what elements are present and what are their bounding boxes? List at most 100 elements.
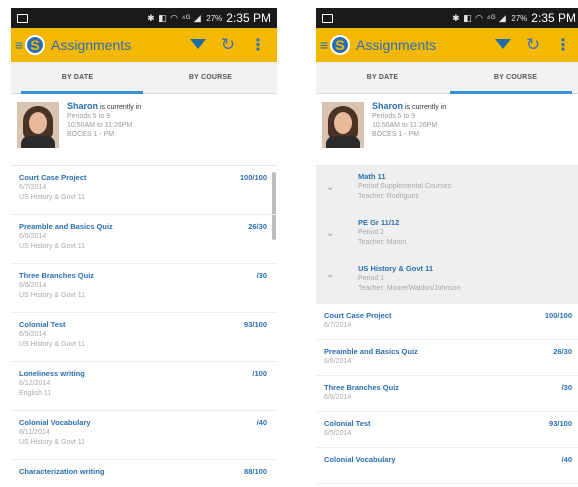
student-time: 10:50AM to 11:26PM — [372, 122, 438, 129]
tab-by-date[interactable]: BY DATE — [11, 62, 144, 93]
filter-icon — [190, 39, 206, 49]
app-logo: S — [330, 35, 350, 55]
chevron-down-icon: ⌄ — [326, 182, 335, 193]
assignment-score: 93/100 — [549, 419, 572, 428]
student-name: Sharon — [372, 101, 404, 111]
list-item[interactable]: Preamble and Basics Quiz 26/30 6/6/2014 … — [11, 215, 277, 264]
student-time: 10:50AM to 11:26PM — [67, 122, 133, 129]
student-status: is currently in — [404, 104, 447, 111]
menu-icon[interactable]: ≡ — [320, 38, 328, 52]
avatar — [17, 102, 59, 148]
course-list: ⌄ Math 11 Period Supplemental Courses Te… — [316, 166, 578, 304]
list-item[interactable]: Three Branches Quiz /30 6/6/2014 — [316, 376, 578, 412]
status-time: 2:35 PM — [531, 11, 576, 25]
list-item[interactable]: Colonial Vocabulary /40 6/11/2014 US His… — [11, 411, 277, 460]
student-info: Sharon is currently in Periods 5 to 9 10… — [67, 102, 141, 157]
gallery-icon — [17, 13, 28, 23]
assignment-score: /30 — [561, 383, 572, 392]
status-icons: ✱ ◧ ◠ ⁴ᴳ ◢ — [147, 12, 202, 23]
app-title: Assignments — [51, 37, 132, 53]
tab-bar: BY DATE BY COURSE — [11, 62, 277, 94]
status-time: 2:35 PM — [226, 11, 271, 25]
assignment-date: 6/7/2014 — [324, 322, 352, 329]
assignment-score: 26/30 — [553, 347, 572, 356]
status-icons: ✱ ◧ ◠ ⁴ᴳ ◢ — [452, 12, 507, 23]
assignment-course: English 11 — [19, 390, 52, 397]
list-item[interactable]: Loneliness writing /100 6/12/2014 Englis… — [11, 362, 277, 411]
list-item[interactable]: Colonial Vocabulary /40 — [316, 448, 578, 484]
tab-indicator — [450, 91, 572, 94]
battery-level: 27% — [206, 13, 223, 23]
assignment-course: US History & Govt 11 — [19, 341, 86, 348]
assignment-score: 93/100 — [244, 320, 267, 329]
assignment-title: Characterization writing — [19, 467, 105, 476]
list-item[interactable]: Preamble and Basics Quiz 26/30 6/6/2014 — [316, 340, 578, 376]
assignment-title: Court Case Project — [324, 311, 392, 320]
assignment-title: Preamble and Basics Quiz — [19, 222, 113, 231]
app-bar: ≡ S Assignments ↻ ⋮ — [316, 28, 578, 62]
course-title: PE Gr 11/12 — [358, 218, 400, 227]
assignment-title: Three Branches Quiz — [324, 383, 400, 392]
menu-icon[interactable]: ≡ — [15, 38, 23, 52]
assignment-course: US History & Govt 11 — [19, 439, 86, 446]
course-header-pe[interactable]: ⌄ PE Gr 11/12 Period 2 Teacher: Martin — [316, 212, 578, 258]
list-item[interactable]: Characterization writing 88/100 — [11, 460, 277, 484]
assignment-list[interactable]: Court Case Project 100/100 6/7/2014 Prea… — [316, 304, 578, 484]
tab-by-date[interactable]: BY DATE — [316, 62, 449, 93]
assignment-score: /40 — [256, 418, 267, 427]
assignment-date: 6/6/2014 — [324, 358, 352, 365]
assignment-title: Three Branches Quiz — [19, 271, 95, 280]
assignment-score: /40 — [561, 455, 572, 464]
course-header-math[interactable]: ⌄ Math 11 Period Supplemental Courses Te… — [316, 166, 578, 212]
app-title: Assignments — [356, 37, 437, 53]
list-item[interactable]: Three Branches Quiz /30 6/6/2014 US Hist… — [11, 264, 277, 313]
chevron-down-icon: ⌄ — [326, 228, 335, 239]
student-location: BOCES 1 - PM — [67, 131, 115, 138]
assignment-score: 26/30 — [248, 222, 267, 231]
assignment-score: 88/100 — [244, 467, 267, 476]
assignment-title: Court Case Project — [19, 173, 87, 182]
more-vert-icon: ⋮ — [250, 37, 266, 54]
assignment-score: /100 — [252, 369, 267, 378]
assignment-date: 6/11/2014 — [19, 429, 50, 436]
filter-button[interactable] — [183, 36, 213, 54]
assignment-course: US History & Govt 11 — [19, 194, 86, 201]
status-bar: ✱ ◧ ◠ ⁴ᴳ ◢ 27% 2:35 PM — [11, 8, 277, 28]
tab-by-course[interactable]: BY COURSE — [144, 62, 277, 93]
course-title: Math 11 — [358, 172, 386, 181]
assignment-date: 6/6/2014 — [19, 233, 47, 240]
course-period: Period 2 — [358, 229, 385, 236]
list-item[interactable]: Court Case Project 100/100 6/7/2014 US H… — [11, 166, 277, 215]
refresh-button[interactable]: ↻ — [213, 35, 243, 55]
assignment-title: Loneliness writing — [19, 369, 85, 378]
assignment-date: 6/6/2014 — [19, 282, 47, 289]
student-profile: Sharon is currently in Periods 5 to 9 10… — [11, 94, 277, 166]
assignment-title: Colonial Test — [324, 419, 371, 428]
assignment-list[interactable]: Court Case Project 100/100 6/7/2014 US H… — [11, 166, 277, 484]
list-item[interactable]: Colonial Test 93/100 6/5/2014 US History… — [11, 313, 277, 362]
overflow-menu-button[interactable]: ⋮ — [548, 35, 578, 55]
assignment-title: Colonial Vocabulary — [324, 455, 396, 464]
tab-bar: BY DATE BY COURSE — [316, 62, 578, 94]
assignment-score: 100/100 — [544, 311, 572, 320]
assignment-title: Preamble and Basics Quiz — [324, 347, 418, 356]
refresh-icon: ↻ — [525, 35, 541, 54]
gallery-icon — [322, 13, 333, 23]
assignment-score: /30 — [256, 271, 267, 280]
course-period: Period Supplemental Courses — [358, 183, 451, 190]
filter-button[interactable] — [488, 36, 518, 54]
list-item[interactable]: Colonial Test 93/100 6/5/2014 — [316, 412, 578, 448]
course-header-us-history[interactable]: ⌃ US History & Govt 11 Period 1 Teacher:… — [316, 258, 578, 304]
overflow-menu-button[interactable]: ⋮ — [243, 35, 273, 55]
assignment-date: 6/5/2014 — [324, 430, 352, 437]
course-teacher: Teacher: Rodriguez — [358, 193, 419, 200]
app-logo: S — [25, 35, 45, 55]
filter-icon — [495, 39, 511, 49]
course-title: US History & Govt 11 — [358, 264, 434, 273]
status-bar: ✱ ◧ ◠ ⁴ᴳ ◢ 27% 2:35 PM — [316, 8, 578, 28]
chevron-up-icon: ⌃ — [326, 274, 335, 285]
student-name: Sharon — [67, 101, 99, 111]
list-item[interactable]: Court Case Project 100/100 6/7/2014 — [316, 304, 578, 340]
tab-by-course[interactable]: BY COURSE — [449, 62, 578, 93]
refresh-button[interactable]: ↻ — [518, 35, 548, 55]
